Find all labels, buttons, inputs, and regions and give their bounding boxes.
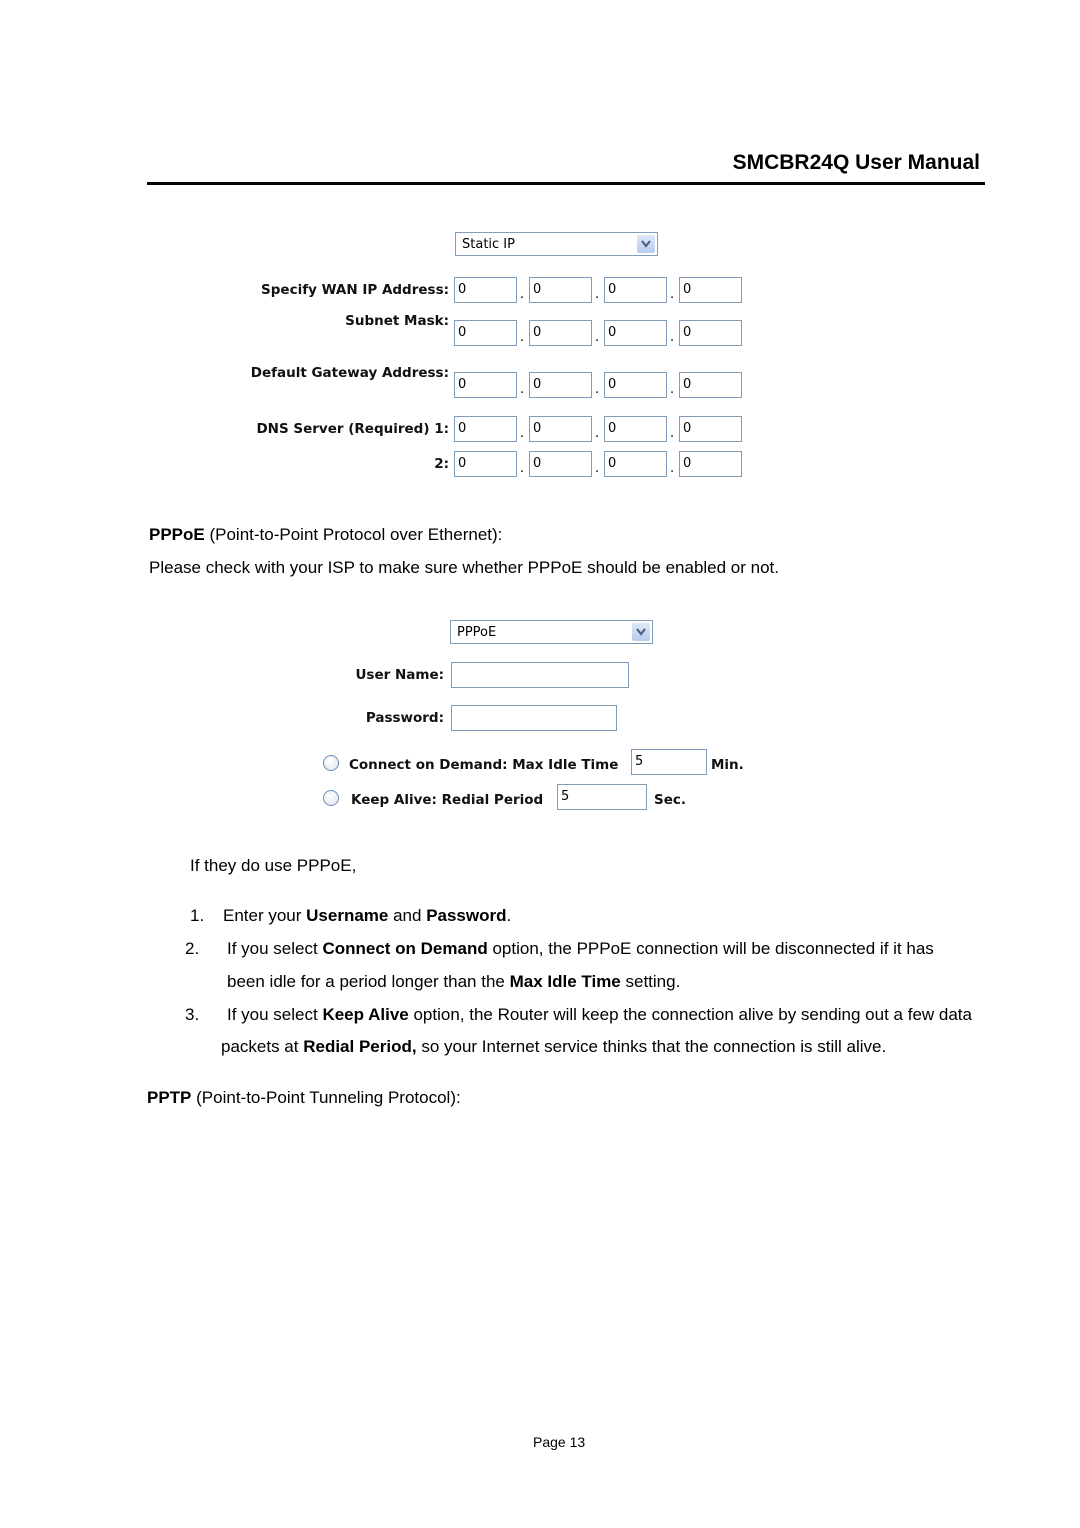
- subnet-mask-octet-3[interactable]: 0: [604, 320, 667, 346]
- default-gateway-label: Default Gateway Address:: [250, 365, 449, 381]
- redial-period-term: Redial Period,: [303, 1037, 417, 1056]
- redial-unit: Sec.: [654, 792, 687, 808]
- password-term: Password: [426, 906, 507, 925]
- pppoe-connection-type-select[interactable]: PPPoE: [450, 620, 653, 644]
- dns1-octet-2[interactable]: 0: [529, 416, 592, 442]
- subnet-mask-octet-4[interactable]: 0: [679, 320, 742, 346]
- text-run: so your Internet service thinks that the…: [416, 1037, 887, 1056]
- octet-separator: .: [595, 461, 600, 476]
- dns1-octet-3[interactable]: 0: [604, 416, 667, 442]
- step-1-text: Enter your Username and Password.: [223, 906, 511, 926]
- octet-separator: .: [520, 461, 525, 476]
- manual-title: SMCBR24Q User Manual: [732, 151, 980, 174]
- octet-separator: .: [670, 330, 675, 345]
- subnet-mask-octet-2[interactable]: 0: [529, 320, 592, 346]
- connect-on-demand-label: Connect on Demand: Max Idle Time: [349, 757, 619, 773]
- octet-separator: .: [670, 287, 675, 302]
- step-3-line-1: If you select Keep Alive option, the Rou…: [227, 1005, 972, 1025]
- text-run: If you select: [227, 1005, 323, 1024]
- text-run: If you select: [227, 939, 323, 958]
- octet-separator: .: [670, 461, 675, 476]
- octet-separator: .: [520, 287, 525, 302]
- subnet-mask-octet-1[interactable]: 0: [454, 320, 517, 346]
- dns-server-2-label: 2:: [434, 456, 449, 472]
- redial-period-input[interactable]: 5: [557, 784, 647, 810]
- dns1-octet-4[interactable]: 0: [679, 416, 742, 442]
- user-name-label: User Name:: [355, 667, 444, 683]
- octet-separator: .: [595, 330, 600, 345]
- user-name-input[interactable]: [451, 662, 629, 688]
- pppoe-heading: PPPoE (Point-to-Point Protocol over Ethe…: [149, 525, 502, 545]
- octet-separator: .: [595, 287, 600, 302]
- octet-separator: .: [520, 330, 525, 345]
- connect-on-demand-radio[interactable]: [323, 755, 339, 771]
- keep-alive-label: Keep Alive: Redial Period: [351, 792, 544, 808]
- header-divider: [147, 182, 985, 185]
- gateway-octet-4[interactable]: 0: [679, 372, 742, 398]
- step-2-line-1: If you select Connect on Demand option, …: [227, 939, 934, 959]
- dns2-octet-2[interactable]: 0: [529, 451, 592, 477]
- pppoe-heading-bold: PPPoE: [149, 525, 205, 544]
- pptp-heading-bold: PPTP: [147, 1088, 192, 1107]
- max-idle-time-term: Max Idle Time: [509, 972, 621, 991]
- gateway-octet-2[interactable]: 0: [529, 372, 592, 398]
- connection-type-select[interactable]: Static IP: [455, 232, 658, 256]
- max-idle-unit: Min.: [711, 757, 744, 773]
- step-2-line-2: been idle for a period longer than the M…: [227, 972, 680, 992]
- step-3-number: 3.: [185, 1005, 200, 1024]
- instructions-intro: If they do use PPPoE,: [190, 856, 357, 875]
- max-idle-time-input[interactable]: 5: [631, 749, 707, 775]
- text-run: .: [506, 906, 512, 925]
- octet-separator: .: [520, 426, 525, 441]
- username-term: Username: [306, 906, 389, 925]
- wan-ip-octet-2[interactable]: 0: [529, 277, 592, 303]
- wan-ip-octet-4[interactable]: 0: [679, 277, 742, 303]
- wan-ip-octet-3[interactable]: 0: [604, 277, 667, 303]
- connect-on-demand-term: Connect on Demand: [322, 939, 488, 958]
- step-2-number: 2.: [185, 939, 200, 958]
- connection-type-value: Static IP: [462, 237, 515, 252]
- text-run: been idle for a period longer than the: [227, 972, 510, 991]
- text-run: option, the Router will keep the connect…: [408, 1005, 972, 1024]
- text-run: setting.: [620, 972, 681, 991]
- octet-separator: .: [520, 382, 525, 397]
- octet-separator: .: [670, 426, 675, 441]
- octet-separator: .: [595, 426, 600, 441]
- text-run: option, the PPPoE connection will be dis…: [487, 939, 934, 958]
- octet-separator: .: [595, 382, 600, 397]
- password-label: Password:: [365, 710, 444, 726]
- page-number: Page 13: [533, 1434, 586, 1450]
- wan-ip-label: Specify WAN IP Address:: [261, 282, 449, 298]
- dns1-octet-1[interactable]: 0: [454, 416, 517, 442]
- password-input[interactable]: [451, 705, 617, 731]
- chevron-down-icon[interactable]: [632, 623, 650, 641]
- pppoe-connection-type-value: PPPoE: [457, 625, 497, 640]
- keep-alive-term: Keep Alive: [322, 1005, 409, 1024]
- chevron-down-icon[interactable]: [637, 235, 655, 253]
- text-run: packets at: [221, 1037, 304, 1056]
- pptp-heading: PPTP (Point-to-Point Tunneling Protocol)…: [147, 1088, 461, 1108]
- gateway-octet-3[interactable]: 0: [604, 372, 667, 398]
- pppoe-note: Please check with your ISP to make sure …: [149, 558, 779, 577]
- step-1-number: 1.: [190, 906, 205, 925]
- step-3-line-2: packets at Redial Period, so your Intern…: [221, 1037, 886, 1057]
- dns2-octet-1[interactable]: 0: [454, 451, 517, 477]
- text-run: Enter your: [223, 906, 307, 925]
- dns2-octet-4[interactable]: 0: [679, 451, 742, 477]
- subnet-mask-label: Subnet Mask:: [345, 313, 449, 329]
- octet-separator: .: [670, 382, 675, 397]
- pppoe-heading-rest: (Point-to-Point Protocol over Ethernet):: [204, 525, 503, 544]
- gateway-octet-1[interactable]: 0: [454, 372, 517, 398]
- dns-server-1-label: DNS Server (Required) 1:: [256, 421, 449, 437]
- keep-alive-radio[interactable]: [323, 790, 339, 806]
- dns2-octet-3[interactable]: 0: [604, 451, 667, 477]
- pptp-heading-rest: (Point-to-Point Tunneling Protocol):: [191, 1088, 461, 1107]
- text-run: and: [388, 906, 427, 925]
- wan-ip-octet-1[interactable]: 0: [454, 277, 517, 303]
